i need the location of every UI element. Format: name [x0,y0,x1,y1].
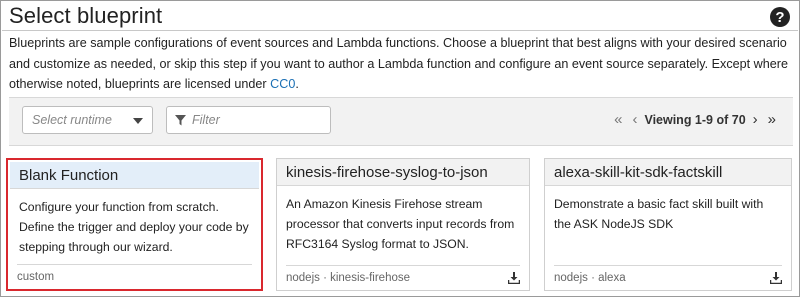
card-tags: nodejs · alexa [554,272,626,284]
help-icon[interactable]: ? [770,7,790,27]
card-title: kinesis-firehose-syslog-to-json [277,159,529,186]
download-icon[interactable] [508,272,520,284]
card-title: Blank Function [10,162,259,189]
divider [2,30,798,31]
blueprint-toolbar: Select runtime Filter « ‹ Viewing 1-9 of… [9,97,793,146]
description: Blueprints are sample configurations of … [9,33,795,95]
blueprint-card-kinesis-firehose-syslog-to-json[interactable]: kinesis-firehose-syslog-to-json An Amazo… [276,158,530,291]
blueprint-card-alexa-skill-kit-sdk-factskill[interactable]: alexa-skill-kit-sdk-factskill Demonstrat… [544,158,792,291]
first-page-icon[interactable]: « [614,112,622,127]
filter-input[interactable]: Filter [166,106,331,134]
next-page-icon[interactable]: › [753,112,758,127]
card-description: Demonstrate a basic fact skill built wit… [554,197,764,231]
page-title: Select blueprint [9,3,163,28]
cc0-link[interactable]: CC0 [270,77,295,91]
caret-down-icon [133,118,143,124]
card-title: alexa-skill-kit-sdk-factskill [545,159,791,186]
card-tags: custom [17,271,55,283]
download-icon[interactable] [770,272,782,284]
description-text: Blueprints are sample configurations of … [9,36,788,91]
card-footer: nodejs · alexa [554,265,782,284]
description-suffix: . [295,77,299,91]
card-footer: custom [17,264,252,283]
runtime-select[interactable]: Select runtime [22,106,153,134]
runtime-select-placeholder: Select runtime [32,113,112,127]
blueprint-card-blank-function[interactable]: Blank Function Configure your function f… [6,158,263,291]
prev-page-icon[interactable]: ‹ [632,112,637,127]
filter-icon [175,114,186,125]
pagination: « ‹ Viewing 1-9 of 70 › » [609,112,781,127]
blueprint-panel: Select blueprint ? Blueprints are sample… [0,0,800,297]
last-page-icon[interactable]: » [768,112,776,127]
card-tags: nodejs · kinesis-firehose [286,272,411,284]
card-footer: nodejs · kinesis-firehose [286,265,520,284]
card-description: An Amazon Kinesis Firehose stream proces… [286,197,515,251]
viewing-count: Viewing 1-9 of 70 [644,112,746,127]
filter-placeholder: Filter [192,113,220,127]
card-description: Configure your function from scratch. De… [19,200,249,254]
